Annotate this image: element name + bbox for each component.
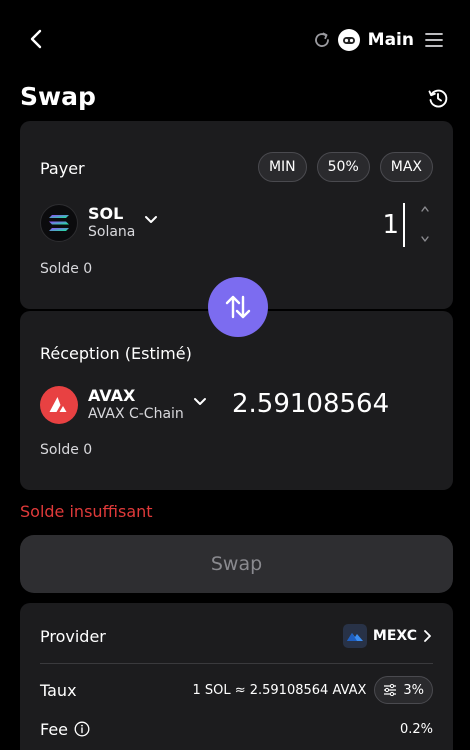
refresh-icon[interactable]	[312, 30, 332, 50]
history-icon[interactable]	[426, 86, 450, 110]
pay-token-selector[interactable]: SOL Solana	[40, 204, 159, 242]
amount-stepper[interactable]	[417, 205, 433, 243]
wallet-avatar-icon	[337, 29, 360, 51]
receive-card: Réception (Estimé) AVAX AVAX C-Chain 2.5…	[20, 311, 453, 490]
min-button[interactable]: MIN	[257, 152, 307, 182]
swap-button[interactable]: Swap	[20, 535, 453, 593]
error-message: Solde insuffisant	[20, 502, 153, 521]
sliders-icon	[384, 684, 397, 696]
chevron-down-icon[interactable]	[192, 394, 208, 410]
slippage-button[interactable]: 3%	[374, 676, 433, 704]
rate-value: 1 SOL ≈ 2.59108564 AVAX	[192, 682, 367, 698]
rate-label: Taux	[40, 680, 77, 700]
pay-balance: Solde 0	[40, 261, 93, 277]
pay-token-symbol: SOL	[88, 204, 124, 223]
swap-screen: Main Swap Payer MIN 50% MAX SOL Solana 1…	[0, 0, 470, 750]
wallet-name[interactable]: Main	[368, 30, 414, 50]
provider-row: Provider MEXC	[40, 623, 433, 649]
max-button[interactable]: MAX	[379, 152, 433, 182]
receive-token-chain: AVAX C-Chain	[88, 406, 184, 422]
receive-token-symbol: AVAX	[88, 386, 136, 405]
stepper-up-icon[interactable]	[420, 205, 430, 213]
provider-selector[interactable]: MEXC	[342, 624, 433, 648]
provider-label: Provider	[40, 626, 106, 646]
page-title: Swap	[20, 82, 96, 111]
pay-token-chain: Solana	[88, 224, 136, 240]
swap-direction-button[interactable]	[208, 277, 268, 337]
receive-balance: Solde 0	[40, 442, 93, 458]
fee-value: 0.2%	[399, 721, 433, 737]
receive-label: Réception (Estimé)	[40, 344, 192, 363]
top-bar: Main	[0, 0, 470, 80]
fee-label: Fee	[40, 719, 69, 739]
avax-logo-icon	[40, 386, 78, 424]
slippage-value: 3%	[403, 682, 424, 698]
receive-amount: 2.59108564	[232, 389, 390, 419]
receive-token-selector[interactable]: AVAX AVAX C-Chain	[40, 386, 208, 424]
wallet-selector[interactable]: Main	[312, 28, 444, 52]
back-arrow-icon[interactable]	[24, 26, 48, 52]
info-icon[interactable]	[74, 721, 90, 737]
chevron-right-icon[interactable]	[423, 629, 433, 643]
swap-arrows-icon	[225, 295, 251, 319]
mexc-logo-icon	[342, 624, 367, 648]
menu-icon[interactable]	[424, 30, 444, 50]
details-card: Provider MEXC Taux 1 SOL ≈ 2.59108564 AV…	[20, 603, 453, 750]
solana-logo-icon	[40, 204, 78, 242]
half-button[interactable]: 50%	[316, 152, 370, 182]
stepper-down-icon[interactable]	[420, 235, 430, 243]
fee-row: Fee 0.2%	[40, 717, 433, 741]
fee-label-group: Fee	[40, 720, 90, 739]
pay-label: Payer	[40, 159, 85, 178]
chevron-down-icon[interactable]	[143, 212, 159, 228]
provider-name: MEXC	[372, 628, 417, 644]
rate-row: Taux 1 SOL ≈ 2.59108564 AVAX 3%	[40, 675, 433, 705]
amount-presets: MIN 50% MAX	[257, 152, 433, 182]
pay-amount-input[interactable]	[285, 203, 405, 247]
divider	[40, 663, 433, 664]
